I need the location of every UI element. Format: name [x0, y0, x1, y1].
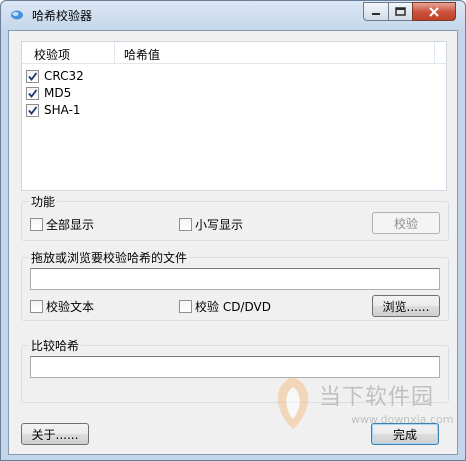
window-title: 哈希校验器 — [32, 9, 93, 23]
file-path-input[interactable] — [30, 268, 440, 290]
check-mark-icon — [28, 89, 38, 98]
verify-cd-checkbox[interactable] — [179, 300, 192, 313]
show-all-checkbox[interactable] — [30, 218, 43, 231]
about-button[interactable]: 关于...... — [21, 423, 89, 445]
list-header: 校验项 哈希值 — [22, 42, 446, 64]
column-separator[interactable] — [114, 42, 115, 63]
check-mark-icon — [28, 106, 38, 115]
md5-checkbox[interactable] — [26, 87, 39, 100]
sha1-label: SHA-1 — [44, 103, 81, 117]
lowercase-option[interactable]: 小写显示 — [179, 216, 243, 233]
sha1-checkbox[interactable] — [26, 104, 39, 117]
verify-text-label: 校验文本 — [46, 300, 95, 314]
column-separator[interactable] — [434, 42, 435, 63]
verify-button[interactable]: 校验 — [372, 212, 440, 234]
verify-text-checkbox[interactable] — [30, 300, 43, 313]
verify-text-option[interactable]: 校验文本 — [30, 298, 94, 315]
finish-button[interactable]: 完成 — [371, 423, 439, 445]
close-icon — [429, 6, 439, 17]
maximize-icon — [395, 7, 406, 16]
close-button[interactable] — [412, 2, 456, 21]
crc32-label: CRC32 — [44, 69, 84, 83]
hash-list[interactable]: 校验项 哈希值 CRC32 MD5 SHA-1 — [21, 41, 447, 191]
function-group: 功能 全部显示 小写显示 校验 — [21, 193, 449, 241]
function-group-legend: 功能 — [29, 193, 58, 210]
browse-button[interactable]: 浏览...... — [372, 295, 440, 317]
client-area: 校验项 哈希值 CRC32 MD5 SHA-1 功能 全部显示 小写显示 校验 … — [8, 30, 458, 455]
column-header-hash-value[interactable]: 哈希值 — [124, 46, 160, 63]
compare-group: 比较哈希 — [21, 337, 449, 403]
lowercase-label: 小写显示 — [195, 218, 244, 232]
title-bar[interactable]: 哈希校验器 — [1, 1, 465, 29]
app-icon — [11, 10, 23, 20]
minimize-icon — [372, 12, 380, 15]
maximize-button[interactable] — [388, 2, 413, 21]
minimize-button[interactable] — [363, 2, 389, 21]
hash-checker-window: 哈希校验器 校验项 哈希值 CRC32 MD5 SHA-1 功能 全部显示 小写… — [0, 0, 466, 461]
file-group-legend: 拖放或浏览要校验哈希的文件 — [29, 249, 190, 266]
show-all-option[interactable]: 全部显示 — [30, 216, 94, 233]
check-mark-icon — [28, 72, 38, 81]
verify-cd-option[interactable]: 校验 CD/DVD — [179, 298, 271, 315]
compare-group-legend: 比较哈希 — [29, 337, 82, 354]
crc32-checkbox[interactable] — [26, 70, 39, 83]
show-all-label: 全部显示 — [46, 218, 95, 232]
column-header-check-item[interactable]: 校验项 — [34, 46, 70, 63]
compare-hash-input[interactable] — [30, 356, 440, 378]
file-group: 拖放或浏览要校验哈希的文件 校验文本 校验 CD/DVD 浏览...... — [21, 249, 449, 321]
verify-cd-label: 校验 CD/DVD — [195, 300, 271, 314]
lowercase-checkbox[interactable] — [179, 218, 192, 231]
md5-label: MD5 — [44, 86, 72, 100]
